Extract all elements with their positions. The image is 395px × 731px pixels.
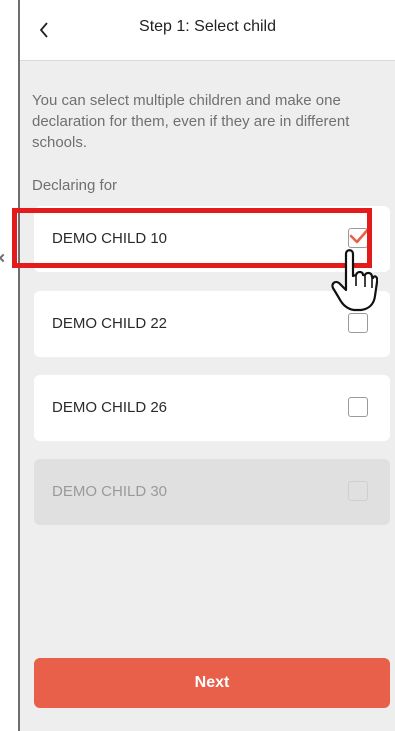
side-marker <box>0 253 8 263</box>
page-title: Step 1: Select child <box>139 18 276 35</box>
child-option-10[interactable]: DEMO CHILD 10 <box>34 206 390 272</box>
top-bar: Step 1: Select child <box>20 0 395 61</box>
child-checkbox[interactable] <box>348 313 368 333</box>
child-name: DEMO CHILD 22 <box>52 315 168 332</box>
intro-text: You can select multiple children and mak… <box>32 92 350 151</box>
child-option-30: DEMO CHILD 30 <box>34 459 390 525</box>
checkmark-icon <box>349 225 372 244</box>
app-screen: Step 1: Select child You can select mult… <box>18 0 395 731</box>
child-option-26[interactable]: DEMO CHILD 26 <box>34 375 390 441</box>
child-checkbox-disabled <box>348 481 368 501</box>
child-name: DEMO CHILD 30 <box>52 483 168 500</box>
child-option-22[interactable]: DEMO CHILD 22 <box>34 291 390 357</box>
child-name: DEMO CHILD 26 <box>52 399 168 416</box>
child-name: DEMO CHILD 10 <box>52 230 168 247</box>
child-checkbox-checked[interactable] <box>348 225 372 248</box>
declaring-for-label: Declaring for <box>32 177 118 194</box>
next-button[interactable]: Next <box>34 658 390 708</box>
child-checkbox[interactable] <box>348 397 368 417</box>
